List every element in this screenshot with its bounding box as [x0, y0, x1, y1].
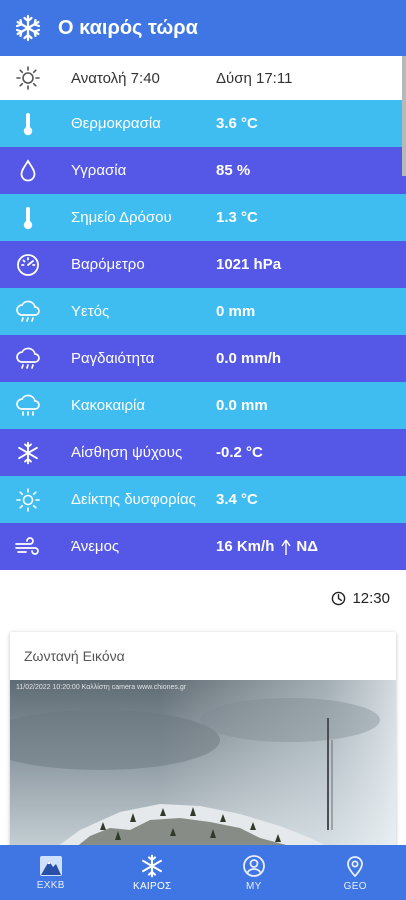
thermometer-icon [0, 205, 56, 231]
droplet-icon [0, 158, 56, 184]
wind-chill-value: -0.2 °C [216, 444, 263, 461]
dew-point-label: Σημείο Δρόσου [71, 209, 172, 226]
page-title: Ο καιρός τώρα [58, 16, 198, 39]
wind-label: Άνεμος [71, 538, 120, 555]
temperature-label: Θερμοκρασία [71, 115, 161, 132]
precipitation-label: Υετός [71, 303, 110, 320]
rain-cloud-icon [0, 346, 56, 372]
sun-icon [0, 65, 56, 91]
nav-item-kairos[interactable]: ΚΑΙΡΟΣ [102, 845, 204, 900]
precipitation-value: 0 mm [216, 303, 256, 320]
gauge-icon [0, 252, 56, 278]
snowflake-icon [0, 441, 56, 465]
dew-point-value: 1.3 °C [216, 209, 258, 226]
webcam-image[interactable]: 11/02/2022 10:20:00 Καλλίστη camera www.… [10, 680, 396, 852]
wind-direction-icon [280, 538, 292, 556]
nav-label-my: MY [245, 880, 262, 892]
bad-weather-value: 0.0 mm [216, 397, 268, 414]
location-pin-icon [344, 854, 366, 878]
discomfort-index-row: Δείκτης δυσφορίας 3.4 °C [0, 476, 406, 523]
dew-point-row: Σημείο Δρόσου 1.3 °C [0, 194, 406, 241]
barometer-value: 1021 hPa [216, 256, 282, 273]
nav-item-geo[interactable]: GEO [305, 845, 406, 900]
live-image-title: Ζωντανή Εικόνα [24, 648, 125, 664]
nav-item-exkb[interactable]: ΕΧΚΒ [0, 845, 102, 900]
barometer-row: Βαρόμετρο 1021 hPa [0, 241, 406, 288]
thermometer-icon [0, 111, 56, 137]
wind-icon [0, 534, 56, 560]
bad-weather-label: Κακοκαιρία [71, 397, 146, 414]
update-time: 12:30 [352, 590, 390, 607]
nav-item-my[interactable]: MY [203, 845, 305, 900]
rain-rate-row: Ραγδαιότητα 0.0 mm/h [0, 335, 406, 382]
wind-speed-value: 16 Km/h [216, 538, 275, 555]
live-image-card[interactable]: Ζωντανή Εικόνα 11/02/2022 10:20:00 Καλλί… [10, 632, 396, 852]
last-update: 12:30 [331, 590, 390, 607]
sunset-label: Δύση 17:11 [216, 69, 293, 87]
sun-icon [0, 487, 56, 513]
rain-cloud-icon [0, 299, 56, 325]
sunrise-sunset-row: Ανατολή 7:40 Δύση 17:11 [0, 56, 406, 100]
humidity-label: Υγρασία [71, 162, 127, 179]
nav-label-geo: GEO [343, 880, 367, 892]
user-icon [242, 854, 266, 878]
scrollbar[interactable] [402, 56, 406, 176]
wind-row: Άνεμος 16 Km/h ΝΔ [0, 523, 406, 570]
nav-label-kairos: ΚΑΙΡΟΣ [132, 880, 172, 892]
humidity-row: Υγρασία 85 % [0, 147, 406, 194]
bad-weather-row: Κακοκαιρία 0.0 mm [0, 382, 406, 429]
clock-icon [331, 591, 346, 606]
snowflake-icon [140, 854, 164, 878]
temperature-value: 3.6 °C [216, 115, 258, 132]
webcam-timestamp: 11/02/2022 10:20:00 Καλλίστη camera www.… [16, 684, 187, 691]
snowflake-icon [0, 0, 56, 56]
barometer-label: Βαρόμετρο [71, 256, 145, 273]
storm-cloud-icon [0, 393, 56, 419]
bottom-navigation: ΕΧΚΒ ΚΑΙΡΟΣ MY GEO [0, 845, 406, 900]
wind-value-group: 16 Km/h ΝΔ [216, 538, 318, 556]
weather-list: Ανατολή 7:40 Δύση 17:11 Θερμοκρασία 3.6 … [0, 56, 406, 570]
discomfort-index-value: 3.4 °C [216, 491, 258, 508]
wind-chill-label: Αίσθηση ψύχους [71, 444, 183, 461]
sunrise-label: Ανατολή 7:40 [71, 69, 160, 87]
discomfort-index-label: Δείκτης δυσφορίας [71, 491, 196, 508]
temperature-row: Θερμοκρασία 3.6 °C [0, 100, 406, 147]
app-bar: Ο καιρός τώρα [0, 0, 406, 56]
wind-direction-value: ΝΔ [296, 538, 318, 555]
precipitation-row: Υετός 0 mm [0, 288, 406, 335]
humidity-value: 85 % [216, 162, 251, 179]
rain-rate-label: Ραγδαιότητα [71, 350, 155, 367]
mountain-icon [39, 855, 63, 877]
rain-rate-value: 0.0 mm/h [216, 350, 282, 367]
wind-chill-row: Αίσθηση ψύχους -0.2 °C [0, 429, 406, 476]
nav-label-exkb: ΕΧΚΒ [36, 879, 65, 891]
